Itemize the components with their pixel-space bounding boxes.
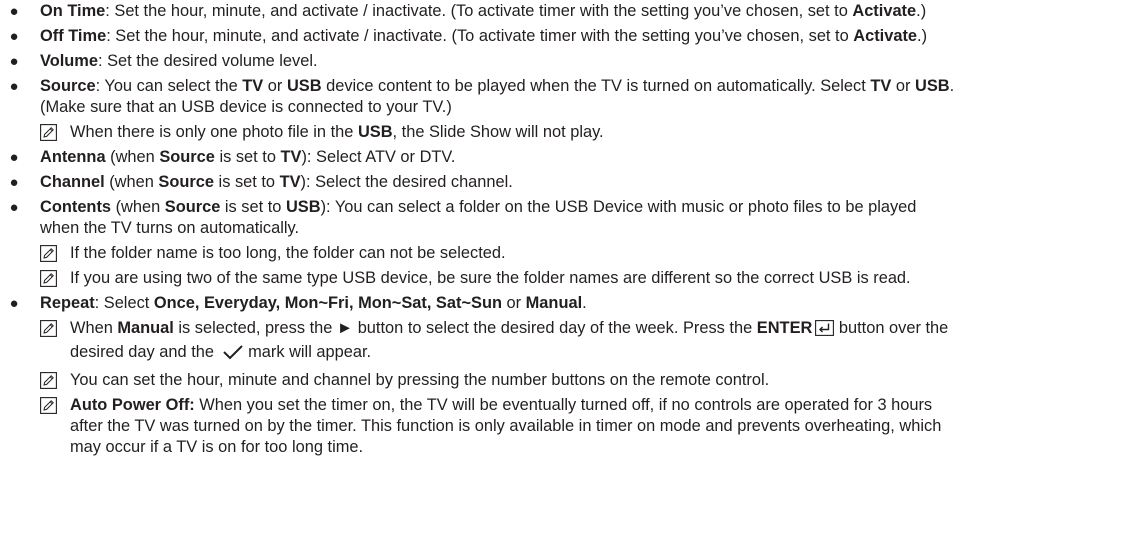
note-text: is selected, press the ► button to selec… <box>173 319 757 337</box>
volume-text: : Set the desired volume level. <box>97 52 318 70</box>
contents-line-2: when the TV turns on automatically. <box>40 219 300 237</box>
bullet: ● <box>9 53 19 70</box>
note-text: When there is only one photo file in the <box>70 123 358 141</box>
note-manual-select: When Manual is selected, press the ► but… <box>0 318 1129 366</box>
note-same-type-usb: If you are using two of the same type US… <box>0 268 1129 289</box>
bullet: ● <box>9 149 19 166</box>
note-text: When you set the timer on, the TV will b… <box>194 396 933 414</box>
term-antenna: Antenna <box>40 148 106 166</box>
off-time-text: : Set the hour, minute, and activate / i… <box>106 27 854 45</box>
bullet: ● <box>9 199 19 216</box>
antenna-text: is set to <box>214 148 281 166</box>
enter-key-icon <box>815 320 835 342</box>
activate-term: Activate <box>852 2 917 20</box>
bullet: ● <box>9 295 19 312</box>
source-text: or <box>263 77 287 95</box>
usb-term: USB <box>357 123 393 141</box>
checkmark-icon <box>222 344 244 366</box>
note-pencil-icon <box>40 245 58 263</box>
list-item-volume: ● Volume: Set the desired volume level. <box>0 51 1129 72</box>
list-item-channel: ● Channel (when Source is set to TV): Se… <box>0 172 1129 193</box>
repeat-text: : Select <box>94 294 154 312</box>
note-text: mark will appear. <box>243 343 372 361</box>
source-term: Source <box>159 148 215 166</box>
term-on-time: On Time <box>40 2 106 20</box>
tv-term: TV <box>280 148 302 166</box>
source-term: Source <box>158 173 214 191</box>
term-channel: Channel <box>40 173 105 191</box>
off-time-tail: .) <box>917 27 928 45</box>
antenna-text: (when <box>105 148 160 166</box>
note-pencil-icon <box>40 320 58 338</box>
repeat-options: Once, Everyday, Mon~Fri, Mon~Sat, Sat~Su… <box>153 294 502 312</box>
contents-text: is set to <box>220 198 286 216</box>
source-text: device content to be played when the TV … <box>321 77 871 95</box>
bullet: ● <box>9 28 19 45</box>
antenna-text: ): Select ATV or DTV. <box>301 148 456 166</box>
note-source-slideshow: When there is only one photo file in the… <box>0 122 1129 143</box>
note-text: button over the <box>834 319 949 337</box>
note-number-buttons: You can set the hour, minute and channel… <box>0 370 1129 391</box>
channel-text: is set to <box>214 173 280 191</box>
usb-term: USB <box>285 198 321 216</box>
note-pencil-icon <box>40 270 58 288</box>
note-text: desired day and the <box>70 343 219 361</box>
list-item-source: ● Source: You can select the TV or USB d… <box>0 76 1129 118</box>
on-time-tail: .) <box>916 2 927 20</box>
on-time-text: : Set the hour, minute, and activate / i… <box>105 2 853 20</box>
note-text: after the TV was turned on by the timer.… <box>70 417 942 435</box>
note-folder-name: If the folder name is too long, the fold… <box>0 243 1129 264</box>
usb-term: USB <box>915 77 950 95</box>
source-line-2: (Make sure that an USB device is connect… <box>40 98 452 116</box>
tv-term: TV <box>279 173 301 191</box>
note-auto-power-off: Auto Power Off: When you set the timer o… <box>0 395 1129 458</box>
repeat-text: . <box>582 294 587 312</box>
note-text: You can set the hour, minute and channel… <box>70 371 770 389</box>
term-source: Source <box>40 77 96 95</box>
source-text: : You can select the <box>95 77 243 95</box>
note-text: If you are using two of the same type US… <box>70 269 911 287</box>
manual-page: ● On Time: Set the hour, minute, and act… <box>0 0 1129 547</box>
channel-text: (when <box>104 173 159 191</box>
list-item-repeat: ● Repeat: Select Once, Everyday, Mon~Fri… <box>0 293 1129 314</box>
list-item-on-time: ● On Time: Set the hour, minute, and act… <box>0 1 1129 22</box>
note-text: When <box>70 319 118 337</box>
source-text: . <box>949 77 955 95</box>
auto-power-off-term: Auto Power Off: <box>70 396 195 414</box>
source-text: or <box>891 77 915 95</box>
list-item-contents: ● Contents (when Source is set to USB): … <box>0 197 1129 239</box>
note-pencil-icon <box>40 124 58 142</box>
activate-term: Activate <box>853 27 918 45</box>
note-text: If the folder name is too long, the fold… <box>70 244 506 262</box>
bullet: ● <box>9 3 19 20</box>
tv-term: TV <box>870 77 892 95</box>
source-term: Source <box>164 198 221 216</box>
channel-text: ): Select the desired channel. <box>300 173 513 191</box>
list-item-off-time: ● Off Time: Set the hour, minute, and ac… <box>0 26 1129 47</box>
manual-term: Manual <box>117 319 174 337</box>
note-text: , the Slide Show will not play. <box>392 123 604 141</box>
manual-term: Manual <box>525 294 583 312</box>
bullet: ● <box>9 174 19 191</box>
note-text: may occur if a TV is on for too long tim… <box>70 438 364 456</box>
term-off-time: Off Time <box>40 27 107 45</box>
bullet: ● <box>9 78 19 95</box>
term-volume: Volume <box>40 52 98 70</box>
list-item-antenna: ● Antenna (when Source is set to TV): Se… <box>0 147 1129 168</box>
contents-text: (when <box>111 198 165 216</box>
term-repeat: Repeat <box>40 294 95 312</box>
note-pencil-icon <box>40 397 58 415</box>
term-contents: Contents <box>40 198 112 216</box>
repeat-text: or <box>501 294 526 312</box>
tv-term: TV <box>242 77 264 95</box>
enter-term: ENTER <box>756 319 813 337</box>
contents-text: ): You can select a folder on the USB De… <box>320 198 917 216</box>
note-pencil-icon <box>40 372 58 390</box>
usb-term: USB <box>286 77 322 95</box>
